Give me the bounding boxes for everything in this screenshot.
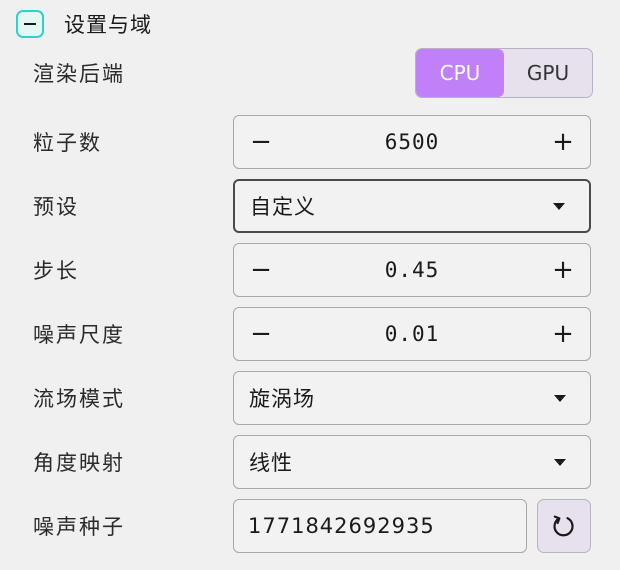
step-label: 步长: [33, 259, 79, 283]
backend-row: 渲染后端 CPU GPU: [33, 48, 593, 98]
noise-scale-increment-button[interactable]: +: [536, 308, 590, 360]
particles-value[interactable]: 6500: [288, 130, 536, 154]
step-decrement-button[interactable]: −: [234, 244, 288, 296]
particles-label: 粒子数: [33, 131, 102, 155]
particles-decrement-button[interactable]: −: [234, 116, 288, 168]
backend-option-cpu[interactable]: CPU: [416, 49, 504, 97]
angle-mapping-label: 角度映射: [33, 451, 125, 475]
field-mode-row: 流场模式 旋涡场: [33, 371, 591, 425]
preset-row: 预设 自定义: [33, 179, 591, 233]
angle-mapping-dropdown[interactable]: 线性: [233, 435, 591, 489]
backend-toggle[interactable]: CPU GPU: [415, 48, 593, 98]
preset-value: 自定义: [250, 195, 316, 219]
chevron-down-icon: [554, 458, 566, 466]
chevron-down-icon: [553, 202, 565, 210]
noise-scale-row: 噪声尺度 − 0.01 +: [33, 307, 591, 361]
angle-mapping-row: 角度映射 线性: [33, 435, 591, 489]
angle-mapping-value: 线性: [249, 451, 293, 475]
particles-stepper: − 6500 +: [233, 115, 591, 169]
field-mode-value: 旋涡场: [249, 387, 315, 411]
field-mode-label: 流场模式: [33, 387, 125, 411]
particles-row: 粒子数 − 6500 +: [33, 115, 591, 169]
preset-dropdown[interactable]: 自定义: [233, 179, 591, 233]
step-row: 步长 − 0.45 +: [33, 243, 591, 297]
noise-seed-label: 噪声种子: [33, 515, 125, 539]
step-increment-button[interactable]: +: [536, 244, 590, 296]
section-header: 设置与域: [16, 9, 152, 39]
step-value[interactable]: 0.45: [288, 258, 536, 282]
backend-option-gpu[interactable]: GPU: [504, 49, 592, 97]
noise-scale-label: 噪声尺度: [33, 323, 125, 347]
preset-label: 预设: [33, 195, 79, 219]
section-title: 设置与域: [64, 13, 152, 37]
field-mode-dropdown[interactable]: 旋涡场: [233, 371, 591, 425]
step-stepper: − 0.45 +: [233, 243, 591, 297]
settings-panel: 设置与域 渲染后端 CPU GPU 粒子数 − 6500 + 预设 自定义 步长…: [0, 0, 620, 570]
particles-increment-button[interactable]: +: [536, 116, 590, 168]
minus-icon: [24, 23, 36, 25]
refresh-seed-button[interactable]: [537, 499, 591, 553]
noise-scale-stepper: − 0.01 +: [233, 307, 591, 361]
noise-seed-row: 噪声种子 1771842692935: [33, 499, 591, 553]
chevron-down-icon: [554, 394, 566, 402]
noise-scale-decrement-button[interactable]: −: [234, 308, 288, 360]
noise-scale-value[interactable]: 0.01: [288, 322, 536, 346]
refresh-icon: [553, 515, 574, 537]
collapse-button[interactable]: [16, 10, 44, 38]
noise-seed-input[interactable]: 1771842692935: [233, 499, 527, 553]
backend-label: 渲染后端: [33, 62, 125, 86]
